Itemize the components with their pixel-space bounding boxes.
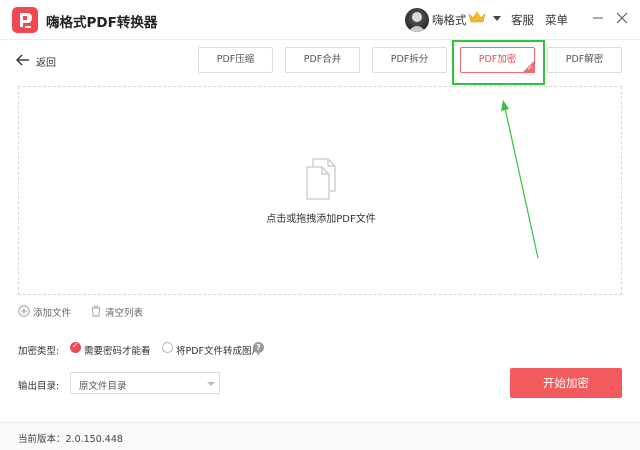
start-encrypt-button[interactable]: 开始加密 <box>510 368 622 398</box>
radio-convert-to-image-label[interactable]: 将PDF文件转成图片 <box>176 343 261 357</box>
output-dir-select[interactable]: 原文件目录 <box>70 372 220 394</box>
minimize-icon[interactable] <box>588 8 608 28</box>
version-text: 当前版本：2.0.150.448 <box>18 434 123 445</box>
help-icon[interactable]: ? <box>253 342 264 353</box>
radio-password-required[interactable]: ✓ <box>70 341 81 353</box>
radio-password-required-label[interactable]: 需要密码才能看 <box>84 343 151 357</box>
output-dir-value: 原文件目录 <box>79 381 127 392</box>
trash-icon <box>91 305 101 317</box>
avatar[interactable] <box>405 8 429 32</box>
app-logo-icon <box>12 7 38 33</box>
annotation-highlight-box <box>452 40 545 85</box>
tab-pdf-split[interactable]: PDF拆分 <box>372 47 447 73</box>
vip-crown-icon <box>468 11 486 23</box>
check-icon: ✓ <box>72 341 79 350</box>
radio-convert-to-image[interactable] <box>162 342 173 353</box>
tab-pdf-decrypt[interactable]: PDF解密 <box>547 47 622 73</box>
app-title: 嗨格式PDF转换器 <box>46 15 158 31</box>
arrow-left-icon <box>16 54 29 66</box>
output-dir-label: 输出目录: <box>18 381 60 392</box>
menu-link[interactable]: 菜单 <box>545 12 568 28</box>
user-dropdown-chevron-icon[interactable] <box>493 16 501 21</box>
clear-list-label: 清空列表 <box>105 308 144 319</box>
encryption-type-label: 加密类型: <box>18 346 60 357</box>
plus-circle-icon <box>18 305 30 317</box>
chevron-down-icon <box>207 382 215 386</box>
tab-pdf-merge[interactable]: PDF合并 <box>285 47 360 73</box>
file-dropzone[interactable]: 点击或拖拽添加PDF文件 <box>18 86 622 295</box>
status-footer: 当前版本：2.0.150.448 <box>0 422 640 450</box>
documents-icon <box>306 158 336 200</box>
tab-pdf-compress[interactable]: PDF压缩 <box>198 47 273 73</box>
dropzone-text: 点击或拖拽添加PDF文件 <box>266 214 376 225</box>
add-file-label: 添加文件 <box>33 308 72 319</box>
customer-service-link[interactable]: 客服 <box>511 12 534 28</box>
user-name[interactable]: 嗨格式 <box>432 12 467 28</box>
back-label: 返回 <box>36 58 56 69</box>
title-bar: 嗨格式PDF转换器 嗨格式 客服 菜单 <box>0 0 640 40</box>
close-icon[interactable] <box>612 8 632 28</box>
